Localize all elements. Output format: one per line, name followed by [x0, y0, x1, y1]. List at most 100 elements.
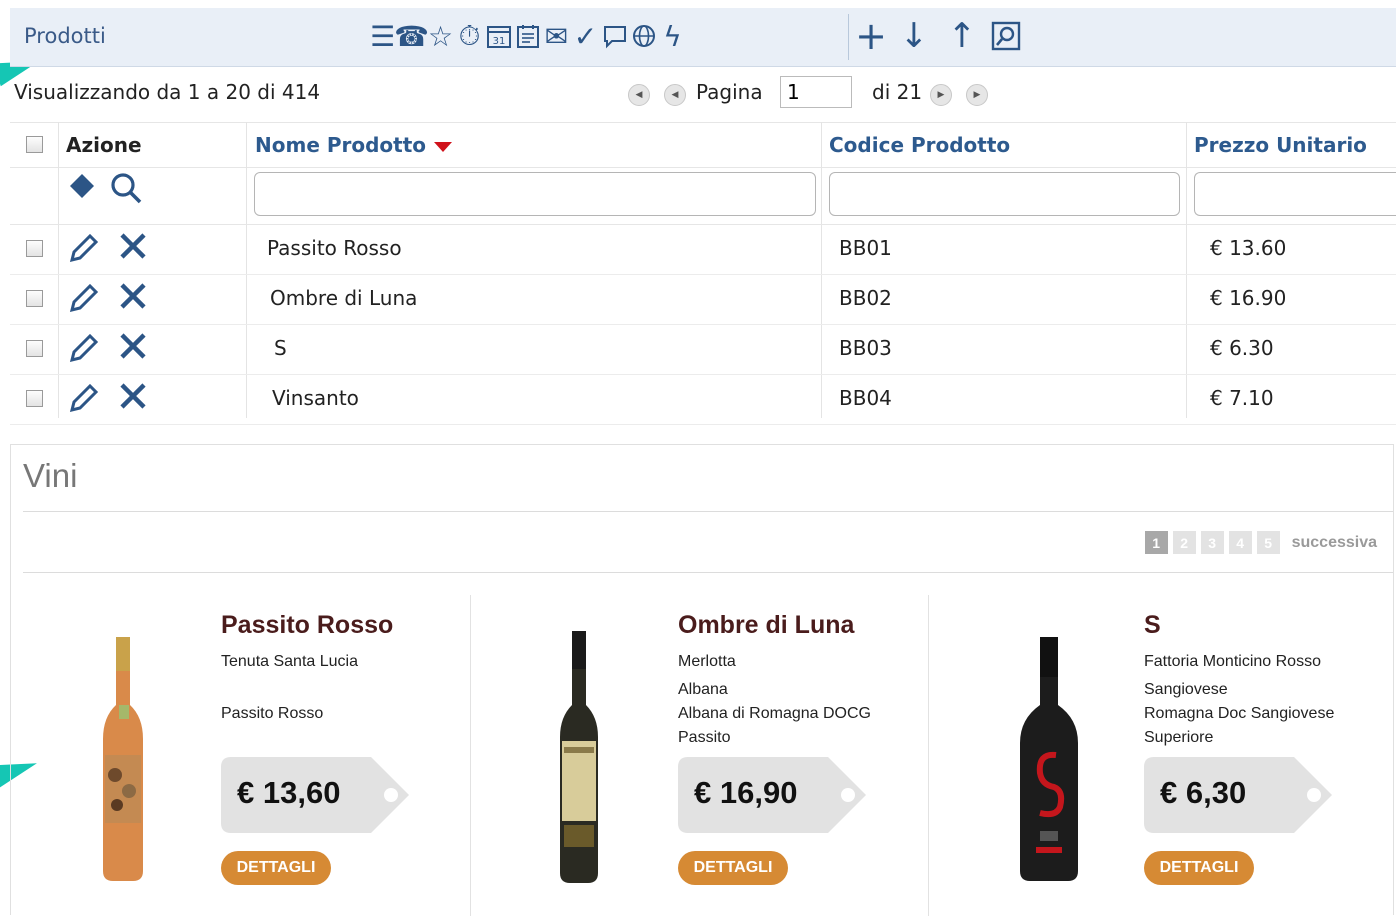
- product-title: Passito Rosso: [221, 611, 394, 639]
- column-code[interactable]: Codice Prodotto: [829, 133, 1010, 157]
- toolbar-divider: [848, 14, 849, 60]
- record-count: Visualizzando da 1 a 20 di 414: [14, 80, 321, 104]
- star-icon[interactable]: ☆: [426, 18, 455, 54]
- product-type: Passito: [678, 729, 731, 746]
- lightning-icon[interactable]: ϟ: [658, 18, 687, 54]
- filter-price-input[interactable]: [1194, 172, 1396, 216]
- product-card: Passito Rosso Tenuta Santa Lucia Passito…: [23, 595, 480, 916]
- select-all-checkbox[interactable]: [26, 136, 43, 153]
- page-link-1[interactable]: 1: [1144, 531, 1168, 554]
- search-icon[interactable]: [108, 170, 144, 213]
- arrow-up-icon[interactable]: ↑: [938, 16, 986, 56]
- page-link-2[interactable]: 2: [1172, 531, 1196, 554]
- first-page-icon[interactable]: ◀: [628, 84, 650, 106]
- product-grape: Albana: [678, 681, 728, 698]
- column-action: Azione: [66, 133, 142, 157]
- last-page-icon[interactable]: ▶: [966, 84, 988, 106]
- product-price: € 13,60: [237, 775, 341, 810]
- product-denomination: Passito Rosso: [221, 705, 324, 722]
- filter-code-input[interactable]: [829, 172, 1180, 216]
- price-tag: € 13,60: [221, 757, 409, 833]
- page-total: di 21: [872, 80, 923, 104]
- stopwatch-icon[interactable]: ⏱: [455, 18, 484, 54]
- cell-price: € 16.90: [1210, 286, 1287, 310]
- product-producer: Merlotta: [678, 653, 736, 670]
- product-card: Ombre di Luna Merlotta Albana Albana di …: [480, 595, 937, 916]
- row-checkbox[interactable]: [26, 390, 43, 407]
- details-button[interactable]: DETTAGLI: [221, 851, 331, 885]
- bottle-image: [1020, 637, 1078, 881]
- product-price: € 6,30: [1160, 775, 1247, 810]
- delete-icon[interactable]: [116, 329, 150, 370]
- panel-pagination: 1 2 3 4 5 successiva: [1140, 531, 1377, 554]
- cell-name: Ombre di Luna: [270, 286, 418, 310]
- delete-icon[interactable]: [116, 229, 150, 270]
- cell-code: BB01: [839, 236, 892, 260]
- search-doc-icon[interactable]: [986, 18, 1026, 54]
- table-row[interactable]: Ombre di Luna BB02 € 16.90: [10, 274, 1396, 325]
- product-denomination: Romagna Doc Sangiovese: [1144, 705, 1335, 722]
- bottle-image: [103, 637, 143, 881]
- product-producer: Tenuta Santa Lucia: [221, 653, 358, 670]
- filter-name-input[interactable]: [254, 172, 816, 216]
- cell-code: BB04: [839, 386, 892, 410]
- delete-icon[interactable]: [116, 379, 150, 420]
- globe-icon[interactable]: [629, 18, 658, 54]
- page-link-4[interactable]: 4: [1228, 531, 1252, 554]
- row-checkbox[interactable]: [26, 340, 43, 357]
- cell-price: € 7.10: [1210, 386, 1274, 410]
- product-title: Ombre di Luna: [678, 611, 855, 639]
- prev-page-icon[interactable]: ◀: [664, 84, 686, 106]
- column-name[interactable]: Nome Prodotto: [255, 133, 453, 157]
- product-title: S: [1144, 611, 1161, 639]
- edit-icon[interactable]: [66, 280, 102, 323]
- page-input[interactable]: [780, 76, 852, 108]
- mail-icon[interactable]: ✉: [542, 18, 571, 54]
- calendar-icon[interactable]: 31: [484, 18, 513, 54]
- details-button[interactable]: DETTAGLI: [678, 851, 788, 885]
- cell-name: S: [274, 336, 287, 360]
- row-checkbox[interactable]: [26, 290, 43, 307]
- product-producer: Fattoria Monticino Rosso: [1144, 653, 1321, 670]
- plus-icon[interactable]: +: [852, 14, 890, 58]
- cell-code: BB03: [839, 336, 892, 360]
- cell-name: Passito Rosso: [267, 236, 402, 260]
- edit-icon[interactable]: [66, 380, 102, 423]
- toolbar-actions: + ↓ ↑: [852, 14, 1026, 58]
- delete-icon[interactable]: [116, 279, 150, 320]
- check-icon[interactable]: ✓: [571, 18, 600, 54]
- notepad-icon[interactable]: [513, 18, 542, 54]
- wine-panel: Vini 1 2 3 4 5 successiva Passito Rosso …: [10, 444, 1394, 916]
- comment-icon[interactable]: [600, 18, 629, 54]
- product-type: Superiore: [1144, 729, 1214, 746]
- clear-filter-icon[interactable]: [66, 170, 100, 211]
- table-row[interactable]: Passito Rosso BB01 € 13.60: [10, 224, 1396, 275]
- table-row[interactable]: Vinsanto BB04 € 7.10: [10, 374, 1396, 425]
- page-link-5[interactable]: 5: [1256, 531, 1280, 554]
- row-checkbox[interactable]: [26, 240, 43, 257]
- list-icon[interactable]: ☰: [368, 18, 397, 54]
- details-button[interactable]: DETTAGLI: [1144, 851, 1254, 885]
- edit-icon[interactable]: [66, 330, 102, 373]
- cell-name: Vinsanto: [272, 386, 359, 410]
- divider: [23, 572, 1393, 573]
- cell-price: € 6.30: [1210, 336, 1274, 360]
- next-page-link[interactable]: successiva: [1292, 534, 1377, 552]
- column-price[interactable]: Prezzo Unitario: [1194, 133, 1367, 157]
- card-divider: [470, 595, 471, 916]
- svg-text:31: 31: [492, 36, 505, 47]
- next-page-icon[interactable]: ▶: [930, 84, 952, 106]
- pager: Visualizzando da 1 a 20 di 414 ◀ ◀ Pagin…: [0, 76, 1396, 110]
- table-row[interactable]: S BB03 € 6.30: [10, 324, 1396, 375]
- toolbar-icons: ☰ ☎ ☆ ⏱ 31 ✉ ✓ ϟ: [368, 18, 687, 54]
- product-price: € 16,90: [694, 775, 798, 810]
- edit-icon[interactable]: [66, 230, 102, 273]
- product-grape: Sangiovese: [1144, 681, 1228, 698]
- product-denomination: Albana di Romagna DOCG: [678, 705, 871, 722]
- phone-icon[interactable]: ☎: [394, 18, 429, 54]
- sort-desc-icon: [434, 141, 453, 152]
- cell-code: BB02: [839, 286, 892, 310]
- page-link-3[interactable]: 3: [1200, 531, 1224, 554]
- arrow-down-icon[interactable]: ↓: [890, 16, 938, 56]
- cell-price: € 13.60: [1210, 236, 1287, 260]
